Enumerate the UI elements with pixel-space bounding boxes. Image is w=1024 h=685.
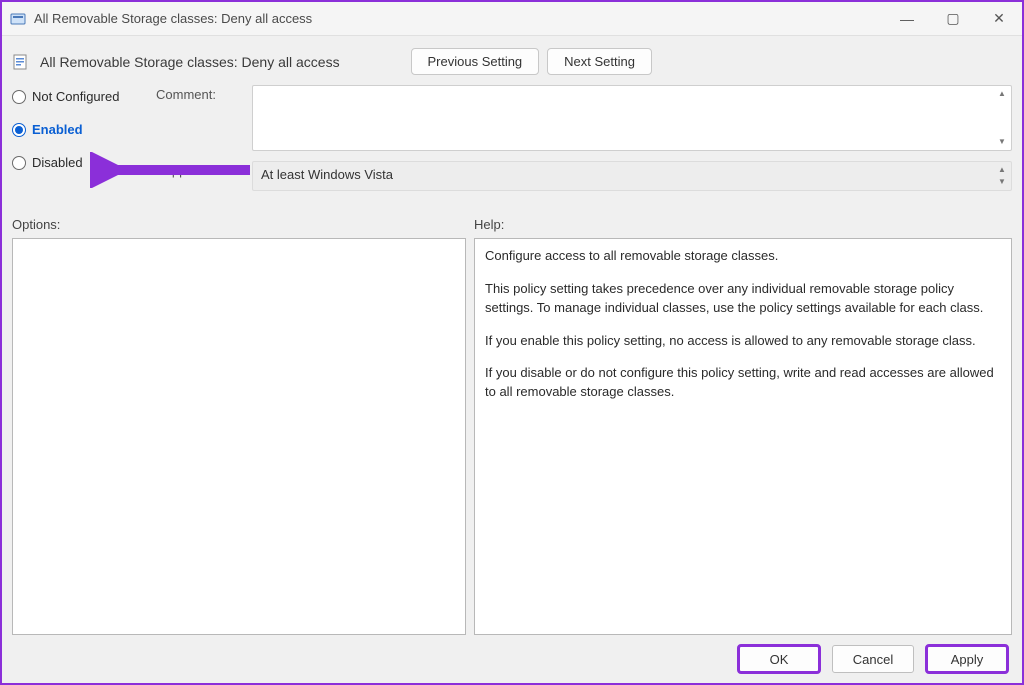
scroll-down-icon[interactable]: ▼ xyxy=(995,136,1009,148)
radio-icon xyxy=(12,123,26,137)
radio-icon xyxy=(12,90,26,104)
options-panel xyxy=(12,238,466,635)
apply-button[interactable]: Apply xyxy=(926,645,1008,673)
config-block: Not Configured Enabled Disabled Comment:… xyxy=(10,85,1014,197)
radio-not-configured[interactable]: Not Configured xyxy=(12,89,140,104)
maximize-button[interactable]: ▢ xyxy=(930,2,976,35)
radio-enabled[interactable]: Enabled xyxy=(12,122,140,137)
help-paragraph: This policy setting takes precedence ove… xyxy=(485,280,1001,318)
previous-setting-button[interactable]: Previous Setting xyxy=(411,48,540,75)
radio-disabled[interactable]: Disabled xyxy=(12,155,140,170)
help-panel: Configure access to all removable storag… xyxy=(474,238,1012,635)
client-area: All Removable Storage classes: Deny all … xyxy=(2,36,1022,683)
supported-label: Supported on: xyxy=(156,161,242,178)
radio-label: Disabled xyxy=(32,155,83,170)
ok-button[interactable]: OK xyxy=(738,645,820,673)
supported-scroll: ▲ ▼ xyxy=(995,164,1009,188)
header-row: All Removable Storage classes: Deny all … xyxy=(10,44,1014,85)
next-setting-button[interactable]: Next Setting xyxy=(547,48,652,75)
minimize-button[interactable]: — xyxy=(884,2,930,35)
help-paragraph: If you enable this policy setting, no ac… xyxy=(485,332,1001,351)
policy-icon xyxy=(10,11,26,27)
cancel-button[interactable]: Cancel xyxy=(832,645,914,673)
title-bar: All Removable Storage classes: Deny all … xyxy=(2,2,1022,36)
window-controls: — ▢ ✕ xyxy=(884,2,1022,35)
radio-label: Not Configured xyxy=(32,89,119,104)
window-title: All Removable Storage classes: Deny all … xyxy=(34,11,884,26)
supported-on-value: At least Windows Vista xyxy=(261,167,393,182)
scroll-up-icon[interactable]: ▲ xyxy=(995,164,1009,176)
close-button[interactable]: ✕ xyxy=(976,2,1022,35)
options-label: Options: xyxy=(12,217,466,232)
state-radio-group: Not Configured Enabled Disabled xyxy=(12,85,140,191)
comment-scroll: ▲ ▼ xyxy=(995,88,1009,148)
radio-label: Enabled xyxy=(32,122,83,137)
supported-on-field: At least Windows Vista ▲ ▼ xyxy=(252,161,1012,191)
help-paragraph: Configure access to all removable storag… xyxy=(485,247,1001,266)
comment-input[interactable]: ▲ ▼ xyxy=(252,85,1012,151)
comment-label: Comment: xyxy=(156,85,242,102)
help-label: Help: xyxy=(474,217,504,232)
document-icon xyxy=(12,53,30,71)
footer: OK Cancel Apply xyxy=(10,635,1014,683)
policy-name: All Removable Storage classes: Deny all … xyxy=(40,54,340,70)
radio-icon xyxy=(12,156,26,170)
scroll-down-icon[interactable]: ▼ xyxy=(995,176,1009,188)
scroll-up-icon[interactable]: ▲ xyxy=(995,88,1009,100)
help-paragraph: If you disable or do not configure this … xyxy=(485,364,1001,402)
